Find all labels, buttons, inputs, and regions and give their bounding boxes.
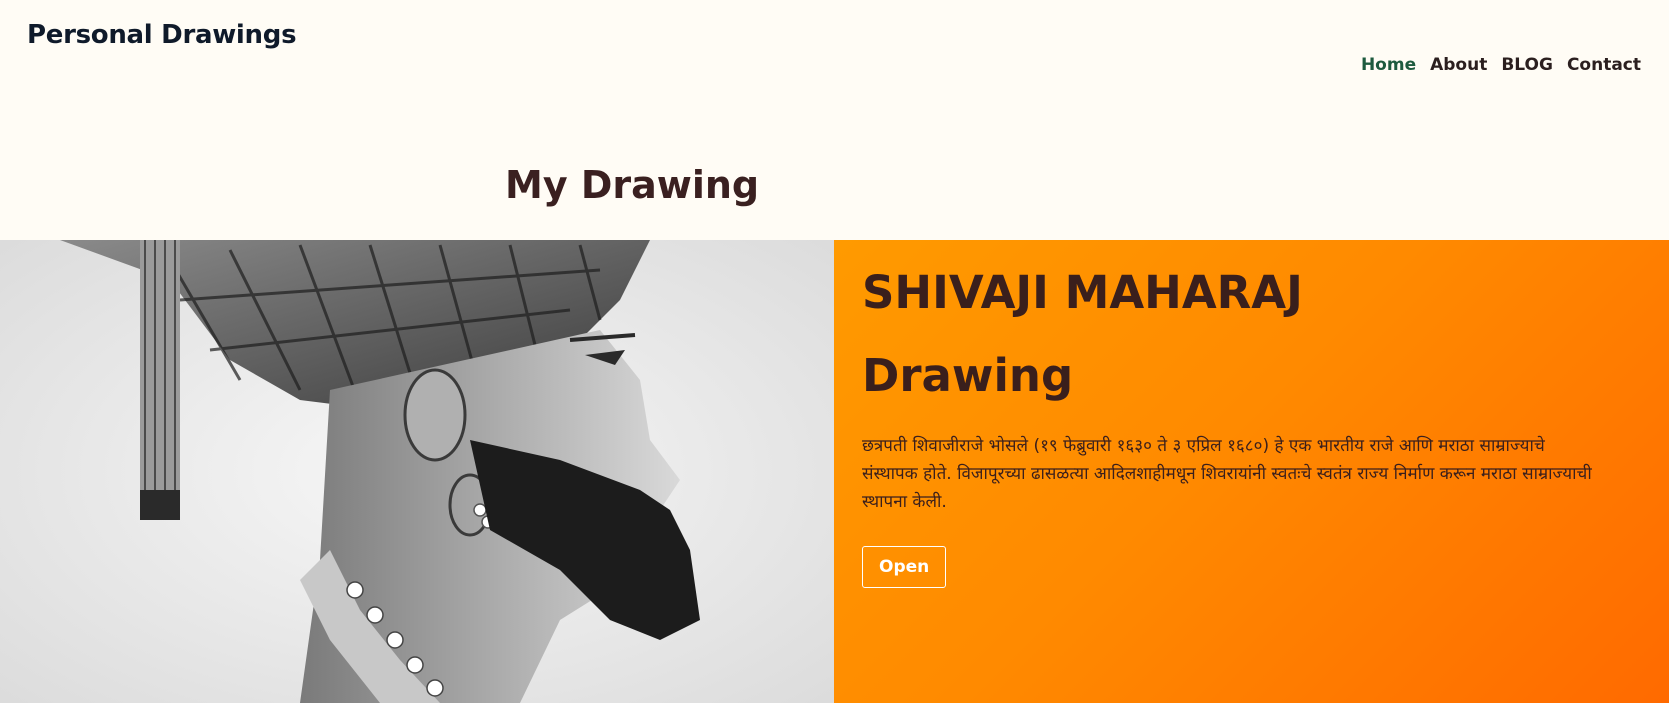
portrait-drawing-illustration — [0, 240, 834, 703]
drawing-title: SHIVAJI MAHARAJ — [862, 266, 1303, 319]
main-nav: Home About BLOG Contact — [1361, 55, 1641, 75]
site-brand[interactable]: Personal Drawings — [27, 20, 297, 50]
drawing-image — [0, 240, 834, 703]
nav-blog-link[interactable]: BLOG — [1501, 55, 1553, 75]
open-button[interactable]: Open — [862, 546, 947, 588]
nav-home-link[interactable]: Home — [1361, 55, 1416, 75]
section-title: My Drawing — [505, 163, 760, 207]
hero-section: SHIVAJI MAHARAJ Drawing छत्रपती शिवाजीरा… — [0, 240, 1669, 703]
nav-about-link[interactable]: About — [1430, 55, 1487, 75]
drawing-subtitle: Drawing — [862, 349, 1074, 402]
drawing-description: छत्रपती शिवाजीराजे भोसले (१९ फेब्रुवारी … — [862, 436, 1592, 512]
drawing-info-panel: SHIVAJI MAHARAJ Drawing छत्रपती शिवाजीरा… — [834, 240, 1669, 703]
nav-contact-link[interactable]: Contact — [1567, 55, 1641, 75]
